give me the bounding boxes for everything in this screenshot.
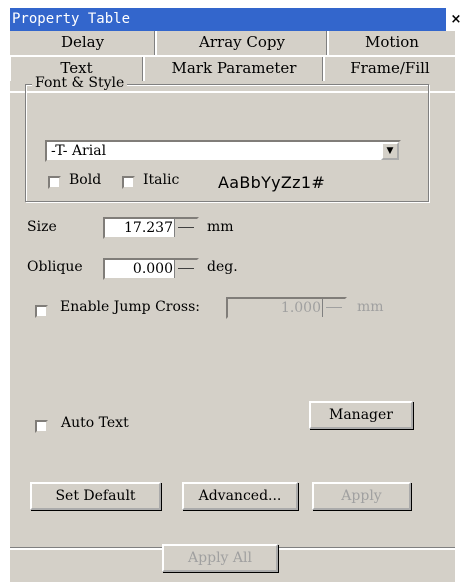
italic-label: Italic [143,172,180,188]
jump-cross-value: 1.000 [280,300,321,316]
auto-text-checkbox[interactable] [35,420,48,433]
oblique-label: Oblique [27,259,83,275]
jump-cross-label: Enable Jump Cross: [60,299,200,315]
auto-text-label: Auto Text [61,415,129,431]
oblique-unit: deg. [207,259,238,275]
tab-label: Delay [60,33,105,51]
spin-arrows-icon [322,299,345,317]
bold-checkbox[interactable] [48,176,61,189]
oblique-stepper[interactable]: 0.000 [103,258,199,280]
bold-label: Bold [69,172,102,188]
italic-checkbox[interactable] [122,176,135,189]
set-default-button[interactable]: Set Default [30,482,161,510]
tab-array-copy[interactable]: Array Copy [155,31,327,55]
tab-delay[interactable]: Delay [10,31,155,55]
title-bar: Property Table × [10,8,466,31]
size-stepper[interactable]: 17.237 [103,217,199,239]
tab-mark-parameter[interactable]: Mark Parameter [143,57,323,81]
font-preview: AaBbYyZz1# [218,173,326,192]
oblique-value: 0.000 [132,261,173,277]
advanced-button[interactable]: Advanced... [182,482,298,510]
tab-motion[interactable]: Motion [327,31,455,55]
tab-label: Mark Parameter [171,59,297,77]
font-select[interactable]: -T- Arial ▼ [45,140,401,162]
chevron-down-icon[interactable]: ▼ [381,142,399,160]
font-select-value: -T- Arial [51,143,107,159]
size-value: 17.237 [124,220,173,236]
property-body: Delay Array Copy Motion Text Mark Parame… [10,31,455,582]
jump-cross-stepper: 1.000 [226,297,347,319]
font-style-title: Font & Style [32,75,128,91]
size-label: Size [27,219,57,235]
jump-cross-unit: mm [357,299,384,315]
window-title: Property Table [12,11,131,27]
jump-cross-checkbox[interactable] [35,305,48,318]
tab-label: Array Copy [199,33,285,51]
tab-row-back: Delay Array Copy Motion [10,31,455,56]
apply-button: Apply [312,482,411,510]
tab-label: Motion [365,33,419,51]
manager-button[interactable]: Manager [309,401,413,429]
apply-all-button: Apply All [162,544,278,572]
spin-arrows-icon[interactable] [174,260,197,278]
tab-label: Frame/Fill [350,59,430,77]
spin-arrows-icon[interactable] [174,219,197,237]
close-icon[interactable]: × [446,8,466,31]
size-unit: mm [207,219,234,235]
property-table-panel: Property Table × Delay Array Copy Motion… [0,0,466,582]
tab-frame-fill[interactable]: Frame/Fill [323,57,455,81]
